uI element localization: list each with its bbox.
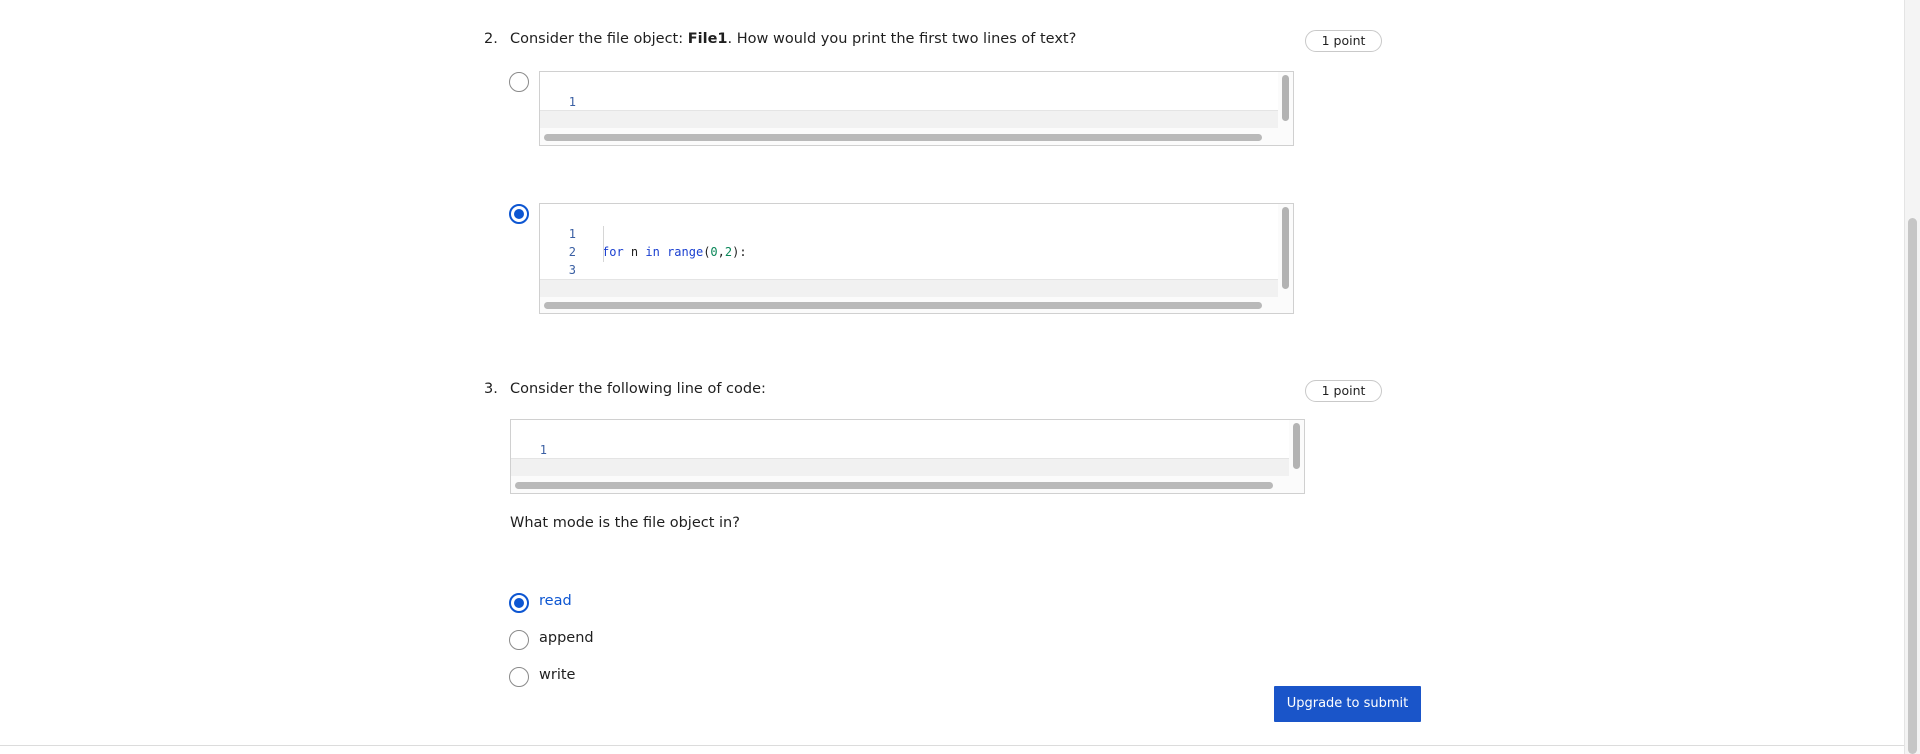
line-number: 1 xyxy=(568,95,576,109)
code-line: 2 xyxy=(540,225,1278,259)
horizontal-scrollbar[interactable] xyxy=(544,134,1262,141)
code-line: 1 for n in range(0,2): xyxy=(540,207,1278,259)
question-2-points-badge: 1 point xyxy=(1305,30,1382,52)
question-2-text-after: . How would you print the first two line… xyxy=(727,31,1077,47)
code-footer xyxy=(511,458,1289,476)
question-2-text: Consider the file object: File1. How wou… xyxy=(510,31,1076,47)
page-scroll-thumb[interactable] xyxy=(1908,218,1917,754)
question-3-code-box[interactable]: 1 with open(example1,"r") as file1: xyxy=(510,419,1305,494)
question-2-option-1-code-box[interactable]: 1 file1.readline(4) xyxy=(539,71,1294,146)
code-footer xyxy=(540,110,1278,128)
question-3-number: 3. xyxy=(484,381,498,397)
vertical-scrollbar[interactable] xyxy=(1293,423,1300,469)
code-line: 3 print(file1.readline()) xyxy=(540,243,1278,295)
horizontal-scrollbar[interactable] xyxy=(515,482,1273,489)
code-line: 1 file1.readline(4) xyxy=(540,75,1278,127)
option-append-radio[interactable] xyxy=(509,630,529,650)
code-editor-area: 1 file1.readline(4) xyxy=(540,72,1278,127)
code-editor-area: 1 with open(example1,"r") as file1: xyxy=(511,420,1289,475)
question-3-points-badge: 1 point xyxy=(1305,380,1382,402)
question-2-text-bold: File1 xyxy=(687,31,728,47)
vertical-scrollbar[interactable] xyxy=(1282,75,1289,121)
option-write-label[interactable]: write xyxy=(539,667,575,683)
line-number: 3 xyxy=(568,263,576,277)
question-2-option-1-radio[interactable] xyxy=(509,72,529,92)
question-2-number: 2. xyxy=(484,31,498,47)
code-line: 1 with open(example1,"r") as file1: xyxy=(511,423,1289,475)
question-2-text-before: Consider the file object: xyxy=(510,31,688,47)
option-write-radio[interactable] xyxy=(509,667,529,687)
mode-question-text: What mode is the file object in? xyxy=(510,515,740,531)
code-editor-area: 1 for n in range(0,2): 2 3 print(file1.r… xyxy=(540,204,1278,295)
upgrade-to-submit-button[interactable]: Upgrade to submit xyxy=(1274,686,1421,722)
line-number: 1 xyxy=(539,443,547,457)
question-2-option-2-code-box[interactable]: 1 for n in range(0,2): 2 3 print(file1.r… xyxy=(539,203,1294,314)
code-footer xyxy=(540,279,1278,297)
vertical-scrollbar[interactable] xyxy=(1282,207,1289,289)
page-bottom-divider xyxy=(0,745,1904,746)
option-append-label[interactable]: append xyxy=(539,630,594,646)
option-read-label[interactable]: read xyxy=(539,593,572,609)
indent-guide xyxy=(603,226,604,262)
question-3-text: Consider the following line of code: xyxy=(510,381,766,397)
question-2-option-2-radio[interactable] xyxy=(509,204,529,224)
page-scrollbar[interactable] xyxy=(1904,0,1920,754)
option-read-radio[interactable] xyxy=(509,593,529,613)
horizontal-scrollbar[interactable] xyxy=(544,302,1262,309)
